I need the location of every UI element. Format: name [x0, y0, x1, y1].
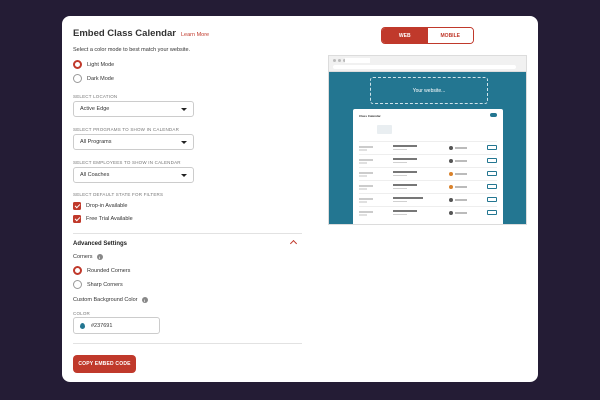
color-field-label: COLOR [73, 311, 91, 316]
class-list [359, 141, 497, 219]
browser-tab [345, 58, 370, 63]
rounded-corners-radio[interactable]: Rounded Corners [73, 266, 130, 275]
background-color-label: Custom Background Color [73, 297, 138, 303]
address-bar [333, 65, 516, 69]
radio-selected-icon [73, 60, 82, 69]
caret-down-icon [181, 140, 187, 144]
learn-more-link[interactable]: Learn More [181, 32, 209, 38]
sharp-corners-label: Sharp Corners [87, 281, 123, 288]
book-button [487, 158, 497, 163]
programs-value: All Programs [80, 139, 112, 145]
dark-mode-label: Dark Mode [87, 75, 114, 82]
caret-down-icon [181, 173, 187, 177]
filters-label: SELECT DEFAULT STATE FOR FILTERS [73, 192, 164, 197]
day-cell [429, 125, 445, 134]
page-title: Embed Class Calendar [73, 28, 176, 39]
title-row: Embed Class Calendar Learn More [73, 28, 209, 39]
location-label: SELECT LOCATION [73, 94, 118, 99]
class-row [359, 180, 497, 193]
color-value: #237691 [91, 322, 113, 329]
toggle-icon [490, 113, 497, 117]
class-row [359, 206, 497, 219]
location-select[interactable]: Active Edge [73, 101, 194, 117]
book-button [487, 197, 497, 202]
day-cell-selected [376, 125, 392, 134]
free-trial-label: Free Trial Available [86, 216, 133, 222]
settings-panel: Embed Class Calendar Learn More Select a… [73, 16, 302, 382]
color-drop-icon [80, 322, 85, 329]
book-button [487, 171, 497, 176]
preview-mode-toggle: WEB MOBILE [381, 27, 474, 44]
radio-unselected-icon [73, 74, 82, 83]
book-button [487, 184, 497, 189]
class-row [359, 167, 497, 180]
drop-in-checkbox[interactable]: Drop-in Available [73, 202, 127, 210]
checkbox-checked-icon [73, 215, 81, 223]
book-button [487, 145, 497, 150]
day-strip [359, 125, 497, 134]
website-placeholder: Your website... [370, 77, 488, 104]
drop-in-label: Drop-in Available [86, 203, 128, 209]
radio-selected-icon [73, 266, 82, 275]
background-color-heading: Custom Background Color i [73, 297, 148, 303]
class-row [359, 193, 497, 206]
caret-down-icon [181, 107, 187, 111]
rounded-corners-label: Rounded Corners [87, 267, 131, 274]
calendar-preview: Your website... Class Calendar [328, 55, 527, 225]
chevron-up-icon[interactable] [289, 239, 298, 248]
widget-controls [490, 113, 497, 117]
info-icon[interactable]: i [141, 297, 148, 303]
day-cell [359, 125, 375, 134]
class-row [359, 141, 497, 154]
employees-select[interactable]: All Coaches [73, 167, 194, 183]
employees-value: All Coaches [80, 172, 110, 178]
day-cell [394, 125, 410, 134]
widget-title: Class Calendar [359, 114, 381, 118]
checkbox-checked-icon [73, 202, 81, 210]
programs-select[interactable]: All Programs [73, 134, 194, 150]
info-icon[interactable]: i [96, 254, 103, 260]
class-row [359, 154, 497, 167]
tab-mobile[interactable]: MOBILE [427, 28, 473, 43]
day-cell [464, 125, 480, 134]
calendar-widget-preview: Class Calendar [353, 109, 503, 224]
corners-label: Corners [73, 254, 93, 260]
sharp-corners-radio[interactable]: Sharp Corners [73, 280, 123, 289]
day-cell [482, 125, 498, 134]
location-value: Active Edge [80, 106, 110, 112]
section-divider [73, 343, 302, 344]
dark-mode-radio[interactable]: Dark Mode [73, 74, 114, 83]
day-cell [447, 125, 463, 134]
free-trial-checkbox[interactable]: Free Trial Available [73, 215, 133, 223]
color-input[interactable]: #237691 [73, 317, 160, 334]
tab-web[interactable]: WEB [382, 28, 428, 43]
light-mode-radio[interactable]: Light Mode [73, 60, 114, 69]
radio-unselected-icon [73, 280, 82, 289]
color-mode-help: Select a color mode to best match your w… [73, 47, 191, 53]
day-cell [412, 125, 428, 134]
advanced-settings-title[interactable]: Advanced Settings [73, 241, 127, 247]
light-mode-label: Light Mode [87, 61, 115, 68]
programs-label: SELECT PROGRAMS TO SHOW IN CALENDAR [73, 127, 180, 132]
copy-embed-code-button[interactable]: COPY EMBED CODE [73, 355, 136, 373]
corners-heading: Corners i [73, 254, 103, 260]
browser-chrome [329, 56, 526, 72]
section-divider [73, 233, 302, 234]
embed-settings-card: Embed Class Calendar Learn More Select a… [62, 16, 538, 382]
book-button [487, 210, 497, 215]
employees-label: SELECT EMPLOYEES TO SHOW IN CALENDAR [73, 160, 181, 165]
